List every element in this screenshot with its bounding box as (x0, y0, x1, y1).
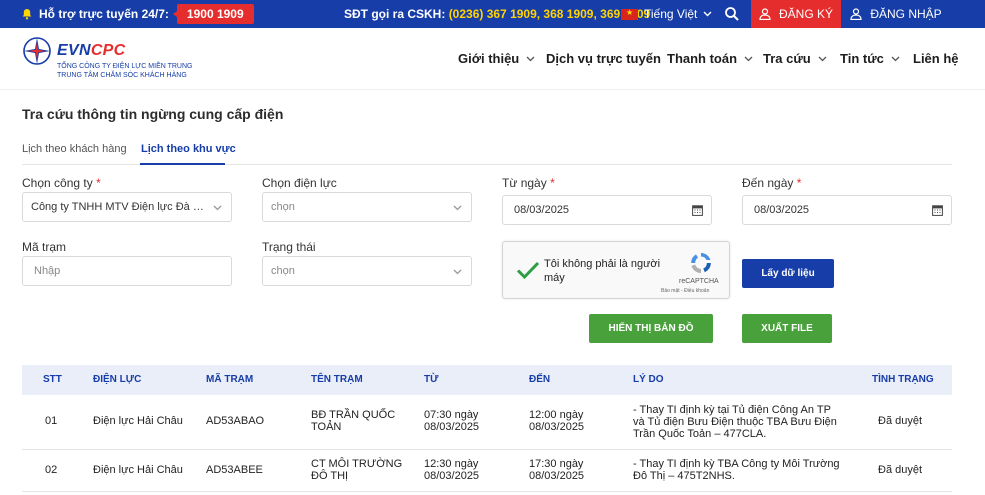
checkmark-icon[interactable] (515, 257, 541, 283)
hotline: Hỗ trợ trực tuyến 24/7: 1900 1909 (21, 0, 254, 28)
page-title: Tra cứu thông tin ngừng cung cấp điện (22, 106, 284, 122)
hotline-number[interactable]: 1900 1909 (172, 4, 254, 24)
vietnam-flag-icon (621, 8, 638, 20)
brand-name: EVNCPC (57, 42, 126, 59)
evn-logo-icon (23, 37, 51, 65)
site-header: EVNCPC TỔNG CÔNG TY ĐIỆN LỰC MIỀN TRUNG … (0, 28, 985, 90)
cskh-phones: SĐT gọi ra CSKH: (0236) 367 1909, 368 19… (344, 0, 650, 28)
user-icon (759, 8, 771, 20)
station-input[interactable]: Nhập (22, 256, 232, 286)
cell-dien-luc: Điện lực Hải Châu (93, 415, 183, 427)
top-bar: Hỗ trợ trực tuyến 24/7: 1900 1909 SĐT gọ… (0, 0, 985, 28)
cell-tinh-trang: Đã duyệt (878, 415, 923, 427)
table-header: STT ĐIỆN LỰC MÃ TRẠM TÊN TRẠM TỪ ĐẾN LÝ … (22, 365, 952, 395)
column-header: STT (43, 374, 62, 385)
cell-ma-tram: AD53ABEE (206, 464, 263, 476)
login-button[interactable]: ĐĂNG NHẬP (841, 0, 951, 28)
language-label: Tiếng Việt (644, 7, 698, 21)
register-button[interactable]: ĐĂNG KÝ (751, 0, 841, 28)
recaptcha-terms[interactable]: Bảo mật - Điều khoản (661, 288, 709, 294)
tab-bar: Lịch theo khách hàng Lịch theo khu vực (22, 133, 952, 165)
column-header: LÝ DO (633, 374, 664, 385)
nav-tra-cuu[interactable]: Tra cứu (763, 51, 827, 66)
cell-ten-tram: BĐ TRẦN QUỐC TOẢN (311, 409, 396, 433)
calendar-icon[interactable] (932, 204, 943, 216)
cell-ten-tram: CT MÔI TRƯỜNG ĐÔ THỊ (311, 458, 403, 482)
cell-tinh-trang: Đã duyệt (878, 464, 923, 476)
register-label: ĐĂNG KÝ (778, 7, 833, 21)
cskh-label: SĐT gọi ra CSKH: (344, 7, 446, 21)
district-select[interactable]: chọn (262, 192, 472, 222)
district-placeholder: chọn (271, 201, 295, 213)
calendar-icon[interactable] (692, 204, 703, 216)
chevron-down-icon (818, 56, 827, 61)
chevron-down-icon (703, 11, 712, 17)
export-file-button[interactable]: XUẤT FILE (742, 314, 832, 343)
column-header: ĐIỆN LỰC (93, 374, 142, 385)
login-label: ĐĂNG NHẬP (870, 7, 942, 21)
from-date-label: Từ ngày * (502, 176, 555, 190)
bell-icon (22, 9, 32, 20)
nav-tin-tuc[interactable]: Tin tức (840, 51, 900, 66)
to-date-label: Đến ngày * (742, 176, 802, 190)
cskh-numbers: (0236) 367 1909, 368 1909, 369 1909 (448, 7, 651, 21)
station-placeholder: Nhập (34, 265, 61, 277)
chevron-down-icon (744, 56, 753, 61)
from-date-value: 08/03/2025 (514, 204, 570, 216)
recaptcha-brand: reCAPTCHA (679, 278, 719, 285)
tab-lich-khu-vuc[interactable]: Lịch theo khu vực (141, 143, 236, 155)
company-select[interactable]: Công ty TNHH MTV Điện lực Đà Nẵ... (22, 192, 232, 222)
evncpc-logo[interactable]: EVNCPC TỔNG CÔNG TY ĐIỆN LỰC MIỀN TRUNG … (22, 36, 222, 84)
cell-den: 17:30 ngày 08/03/2025 (529, 458, 585, 482)
cell-ly-do: - Thay TI định kỳ TBA Công ty Môi Trường… (633, 458, 840, 482)
cell-ly-do: - Thay TI định kỳ tại Tủ điện Công An TP… (633, 404, 837, 440)
company-label: Chọn công ty * (22, 176, 101, 190)
cell-stt: 02 (45, 464, 58, 476)
hotline-label: Hỗ trợ trực tuyến 24/7: (39, 7, 169, 21)
nav-dich-vu[interactable]: Dịch vụ trực tuyến (546, 51, 661, 66)
status-label: Trạng thái (262, 240, 316, 254)
table-row[interactable]: 01 Điện lực Hải Châu AD53ABAO BĐ TRẦN QU… (22, 395, 952, 450)
chevron-down-icon (213, 205, 222, 211)
active-tab-indicator (140, 163, 225, 165)
nav-lien-he[interactable]: Liên hệ (913, 51, 959, 66)
show-map-button[interactable]: HIỂN THỊ BẢN ĐỒ (589, 314, 713, 343)
recaptcha-logo-icon (691, 253, 711, 273)
station-label: Mã trạm (22, 240, 67, 254)
status-select[interactable]: chọn (262, 256, 472, 286)
nav-gioi-thieu[interactable]: Giới thiệu (458, 51, 535, 66)
chevron-down-icon (526, 56, 535, 61)
language-selector[interactable]: Tiếng Việt (621, 0, 712, 28)
column-header: TÌNH TRẠNG (872, 374, 934, 385)
from-date-input[interactable]: 08/03/2025 (502, 195, 712, 225)
table-row[interactable]: 02 Điện lực Hải Châu AD53ABEE CT MÔI TRƯ… (22, 450, 952, 492)
column-header: TÊN TRẠM (311, 374, 363, 385)
to-date-input[interactable]: 08/03/2025 (742, 195, 952, 225)
brand-subtitle-2: TRUNG TÂM CHĂM SÓC KHÁCH HÀNG (57, 72, 187, 79)
cell-stt: 01 (45, 415, 58, 427)
get-data-button[interactable]: Lấy dữ liệu (742, 259, 834, 288)
cell-ma-tram: AD53ABAO (206, 415, 265, 427)
column-header: TỪ (424, 374, 439, 385)
cell-tu: 12:30 ngày 08/03/2025 (424, 458, 480, 482)
nav-thanh-toan[interactable]: Thanh toán (667, 51, 753, 66)
search-icon[interactable] (724, 6, 740, 22)
cell-dien-luc: Điện lực Hải Châu (93, 464, 183, 476)
chevron-down-icon (891, 56, 900, 61)
chevron-down-icon (453, 205, 462, 211)
brand-subtitle-1: TỔNG CÔNG TY ĐIỆN LỰC MIỀN TRUNG (57, 63, 193, 70)
column-header: ĐẾN (529, 374, 551, 385)
recaptcha-text: Tôi không phải là người máy (544, 258, 661, 284)
tab-lich-khach-hang[interactable]: Lịch theo khách hàng (22, 143, 127, 155)
to-date-value: 08/03/2025 (754, 204, 810, 216)
user-icon (850, 8, 862, 20)
cell-tu: 07:30 ngày 08/03/2025 (424, 409, 480, 433)
chevron-down-icon (453, 269, 462, 275)
recaptcha-widget[interactable]: Tôi không phải là người máy reCAPTCHA Bả… (502, 241, 730, 299)
cell-den: 12:00 ngày 08/03/2025 (529, 409, 585, 433)
district-label: Chọn điện lực (262, 176, 337, 190)
company-value: Công ty TNHH MTV Điện lực Đà Nẵ... (31, 201, 209, 213)
status-placeholder: chọn (271, 265, 295, 277)
column-header: MÃ TRẠM (206, 374, 254, 385)
